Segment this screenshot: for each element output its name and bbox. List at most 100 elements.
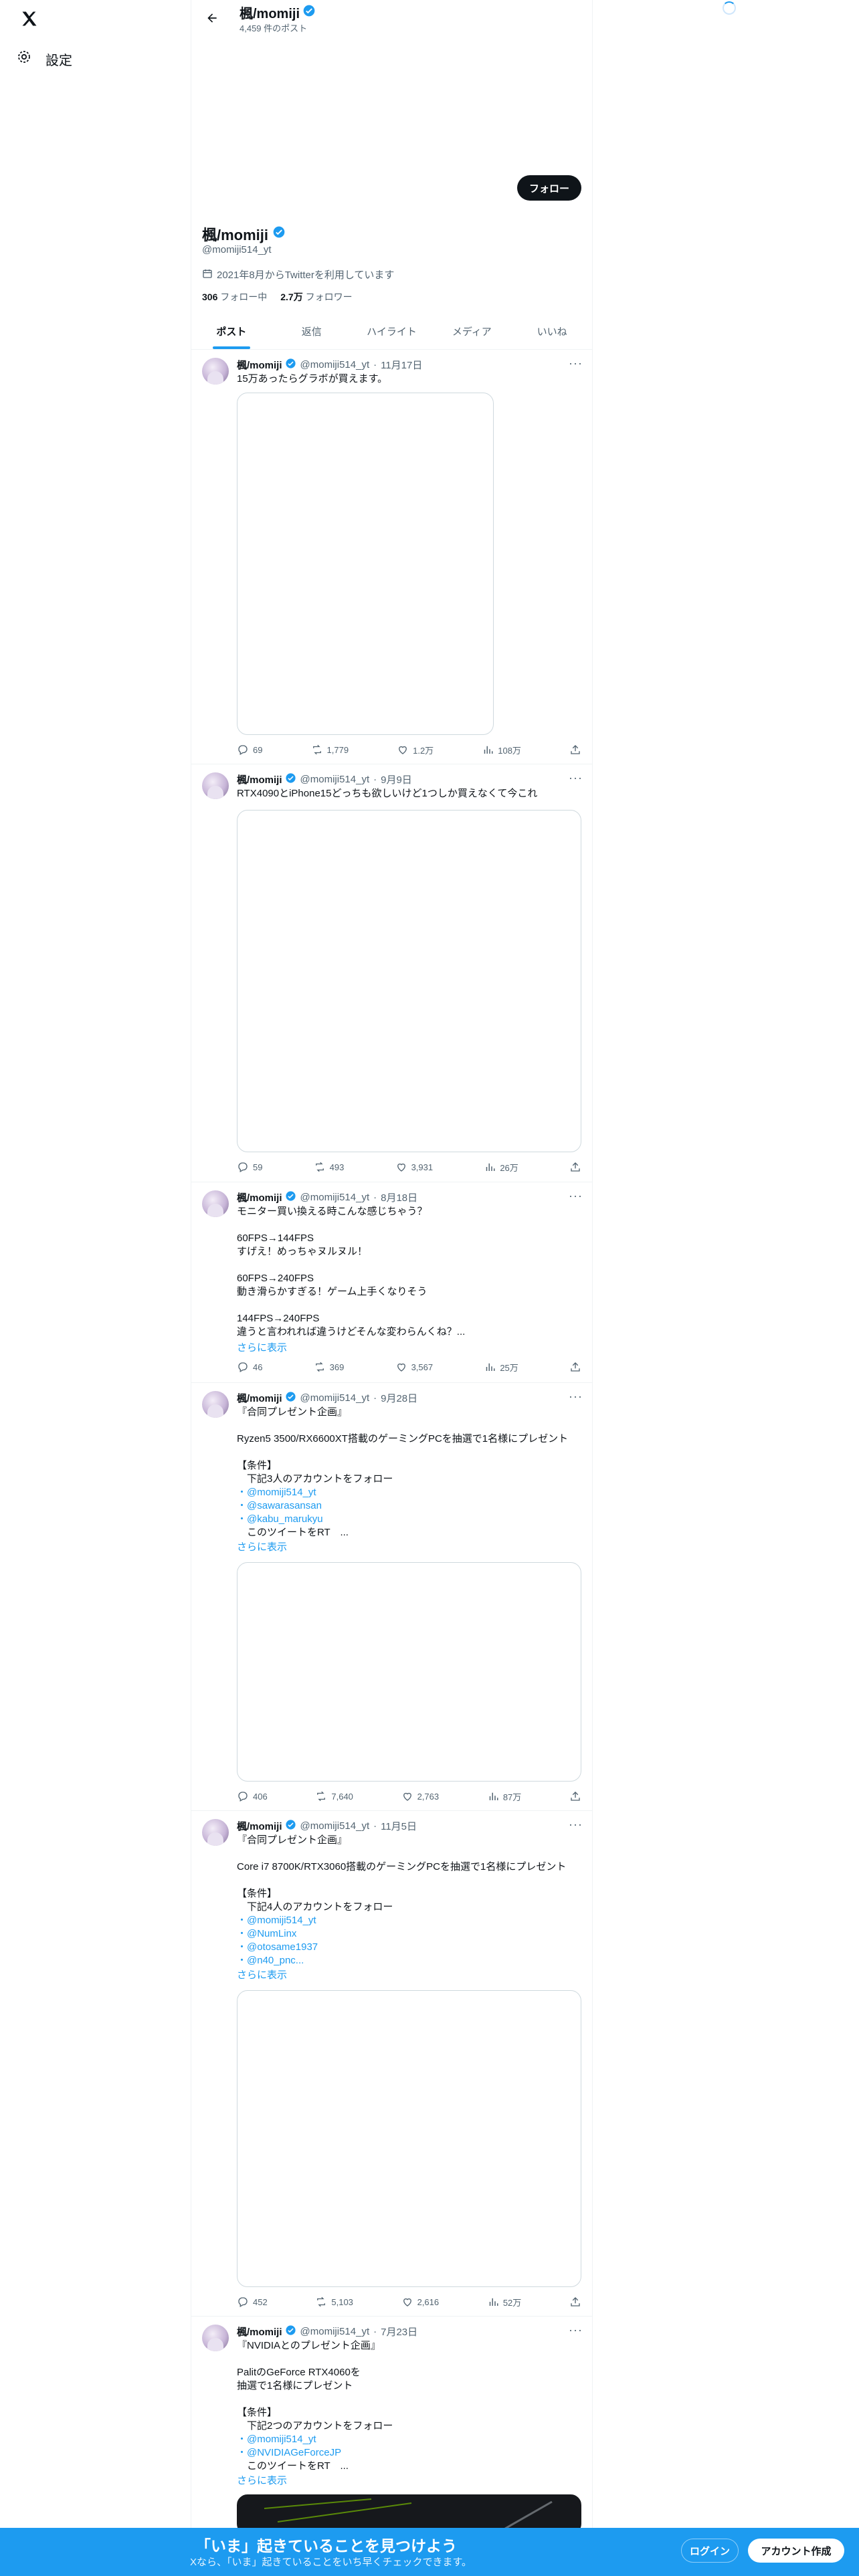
avatar[interactable] bbox=[202, 772, 229, 799]
show-more-link[interactable]: さらに表示 bbox=[237, 1340, 287, 1354]
nav-item-settings[interactable]: 設定 bbox=[16, 44, 72, 74]
mention-link[interactable]: ・@momiji514_yt bbox=[237, 2433, 581, 2446]
like-button[interactable]: 3,567 bbox=[395, 1361, 434, 1373]
post-author-name[interactable]: 楓/momiji bbox=[237, 772, 282, 786]
post-media[interactable] bbox=[237, 393, 494, 735]
avatar[interactable] bbox=[202, 1190, 229, 1217]
mention-link[interactable]: ・@n40_pnc... bbox=[237, 1954, 581, 1967]
mention-link[interactable]: ・@otosame1937 bbox=[237, 1941, 581, 1954]
reply-button[interactable]: 69 bbox=[237, 744, 262, 756]
post[interactable]: 楓/momiji @momiji514_yt · 11月17日 ··· 15万あ… bbox=[191, 350, 592, 764]
views-button[interactable]: 108万 bbox=[482, 744, 521, 756]
more-options-icon[interactable]: ··· bbox=[569, 356, 583, 370]
share-icon bbox=[571, 2297, 580, 2306]
post-handle[interactable]: @momiji514_yt bbox=[300, 1392, 370, 1404]
avatar[interactable] bbox=[202, 1391, 229, 1418]
reply-button[interactable]: 46 bbox=[237, 1361, 262, 1373]
show-more-link[interactable]: さらに表示 bbox=[237, 1967, 287, 1981]
text-line: 『合同プレゼント企画』 bbox=[237, 1406, 348, 1418]
post-media[interactable] bbox=[237, 810, 581, 1152]
like-button[interactable]: 3,931 bbox=[395, 1161, 433, 1173]
reply-button[interactable]: 406 bbox=[237, 1790, 268, 1802]
view-count: 87万 bbox=[502, 1792, 522, 1802]
text-line bbox=[237, 2393, 581, 2406]
repost-button[interactable]: 5,103 bbox=[315, 2296, 353, 2308]
tab-replies[interactable]: 返信 bbox=[272, 314, 352, 349]
post-handle[interactable]: @momiji514_yt bbox=[300, 359, 370, 370]
share-button[interactable] bbox=[569, 1361, 581, 1373]
tab-posts[interactable]: ポスト bbox=[191, 314, 272, 349]
post[interactable]: 楓/momiji @momiji514_yt · 11月5日 ··· 『合同プレ… bbox=[191, 1811, 592, 2317]
avatar[interactable] bbox=[202, 358, 229, 385]
tab-highlights[interactable]: ハイライト bbox=[352, 314, 432, 349]
post-author-name[interactable]: 楓/momiji bbox=[237, 358, 282, 372]
mention-link[interactable]: ・@sawarasansan bbox=[237, 1499, 581, 1513]
post-handle[interactable]: @momiji514_yt bbox=[300, 1820, 370, 1832]
post-author-name[interactable]: 楓/momiji bbox=[237, 2325, 282, 2339]
post-date[interactable]: 9月9日 bbox=[381, 772, 412, 786]
text-line: Core i7 8700K/RTX3060搭載のゲーミングPCを抽選で1名様にプ… bbox=[237, 1861, 567, 1872]
views-button[interactable]: 87万 bbox=[487, 1790, 521, 1803]
repost-button[interactable]: 1,779 bbox=[311, 744, 349, 756]
repost-button[interactable]: 369 bbox=[314, 1361, 344, 1373]
signup-banner-subtitle: Xなら、「いま」起きていることをいち早くチェックできます。 bbox=[190, 2557, 472, 2568]
more-options-icon[interactable]: ··· bbox=[569, 2323, 583, 2337]
share-button[interactable] bbox=[569, 2296, 581, 2308]
repost-button[interactable]: 493 bbox=[314, 1161, 344, 1173]
post[interactable]: 楓/momiji @momiji514_yt · 9月9日 ··· RTX409… bbox=[191, 764, 592, 1182]
more-options-icon[interactable]: ··· bbox=[569, 1818, 583, 1832]
more-options-icon[interactable]: ··· bbox=[569, 1390, 583, 1404]
mention-link[interactable]: ・@momiji514_yt bbox=[237, 1914, 581, 1927]
mention-link[interactable]: ・@momiji514_yt bbox=[237, 1486, 581, 1499]
post-date[interactable]: 8月18日 bbox=[381, 1190, 417, 1204]
post[interactable]: 楓/momiji @momiji514_yt · 8月18日 ··· モニター買… bbox=[191, 1182, 592, 1383]
post-handle[interactable]: @momiji514_yt bbox=[300, 774, 370, 785]
like-button[interactable]: 1.2万 bbox=[397, 744, 434, 756]
post-date[interactable]: 11月5日 bbox=[381, 1819, 417, 1833]
reply-button[interactable]: 452 bbox=[237, 2296, 268, 2308]
like-button[interactable]: 2,763 bbox=[401, 1790, 439, 1802]
more-options-icon[interactable]: ··· bbox=[569, 1189, 583, 1203]
follow-button[interactable]: フォロー bbox=[517, 175, 581, 201]
views-button[interactable]: 25万 bbox=[484, 1361, 518, 1374]
login-button[interactable]: ログイン bbox=[681, 2539, 739, 2563]
verified-badge-icon bbox=[285, 772, 296, 786]
post-media[interactable] bbox=[237, 1562, 581, 1782]
show-more-link[interactable]: さらに表示 bbox=[237, 2473, 287, 2487]
mention-link[interactable]: ・@kabu_marukyu bbox=[237, 1513, 581, 1526]
tab-likes[interactable]: いいね bbox=[512, 314, 592, 349]
repost-button[interactable]: 7,640 bbox=[315, 1790, 353, 1802]
tab-media[interactable]: メディア bbox=[432, 314, 512, 349]
share-button[interactable] bbox=[569, 1161, 581, 1173]
avatar[interactable] bbox=[202, 2325, 229, 2351]
avatar[interactable] bbox=[202, 1819, 229, 1846]
share-button[interactable] bbox=[569, 1790, 581, 1802]
post[interactable]: 楓/momiji @momiji514_yt · 7月23日 ··· 『NVID… bbox=[191, 2317, 592, 2535]
post-date[interactable]: 11月17日 bbox=[381, 358, 422, 372]
following-link[interactable]: 306 フォロー中 bbox=[202, 290, 267, 304]
mention-link[interactable]: ・@NumLinx bbox=[237, 1927, 581, 1941]
back-arrow-icon[interactable] bbox=[202, 8, 222, 28]
post-date[interactable]: 9月28日 bbox=[381, 1391, 417, 1405]
show-more-link[interactable]: さらに表示 bbox=[237, 1539, 287, 1553]
like-count: 3,567 bbox=[411, 1362, 434, 1372]
post-author-name[interactable]: 楓/momiji bbox=[237, 1819, 282, 1833]
post-media[interactable] bbox=[237, 1990, 581, 2287]
profile-name-row: 楓/momiji bbox=[202, 223, 286, 245]
followers-link[interactable]: 2.7万 フォロワー bbox=[280, 290, 352, 304]
post-author-name[interactable]: 楓/momiji bbox=[237, 1190, 282, 1204]
create-account-button[interactable]: アカウント作成 bbox=[748, 2539, 844, 2563]
more-options-icon[interactable]: ··· bbox=[569, 771, 583, 785]
post-handle[interactable]: @momiji514_yt bbox=[300, 1192, 370, 1203]
post-handle[interactable]: @momiji514_yt bbox=[300, 2326, 370, 2337]
post[interactable]: 楓/momiji @momiji514_yt · 9月28日 ··· 『合同プレ… bbox=[191, 1383, 592, 1811]
views-button[interactable]: 52万 bbox=[487, 2296, 521, 2309]
post-author-name[interactable]: 楓/momiji bbox=[237, 1391, 282, 1405]
x-logo-icon[interactable] bbox=[16, 5, 43, 32]
views-button[interactable]: 26万 bbox=[484, 1161, 518, 1174]
share-button[interactable] bbox=[569, 744, 581, 756]
like-button[interactable]: 2,616 bbox=[401, 2296, 439, 2308]
mention-link[interactable]: ・@NVIDIAGeForceJP bbox=[237, 2446, 581, 2460]
reply-button[interactable]: 59 bbox=[237, 1161, 262, 1173]
post-date[interactable]: 7月23日 bbox=[381, 2325, 417, 2339]
